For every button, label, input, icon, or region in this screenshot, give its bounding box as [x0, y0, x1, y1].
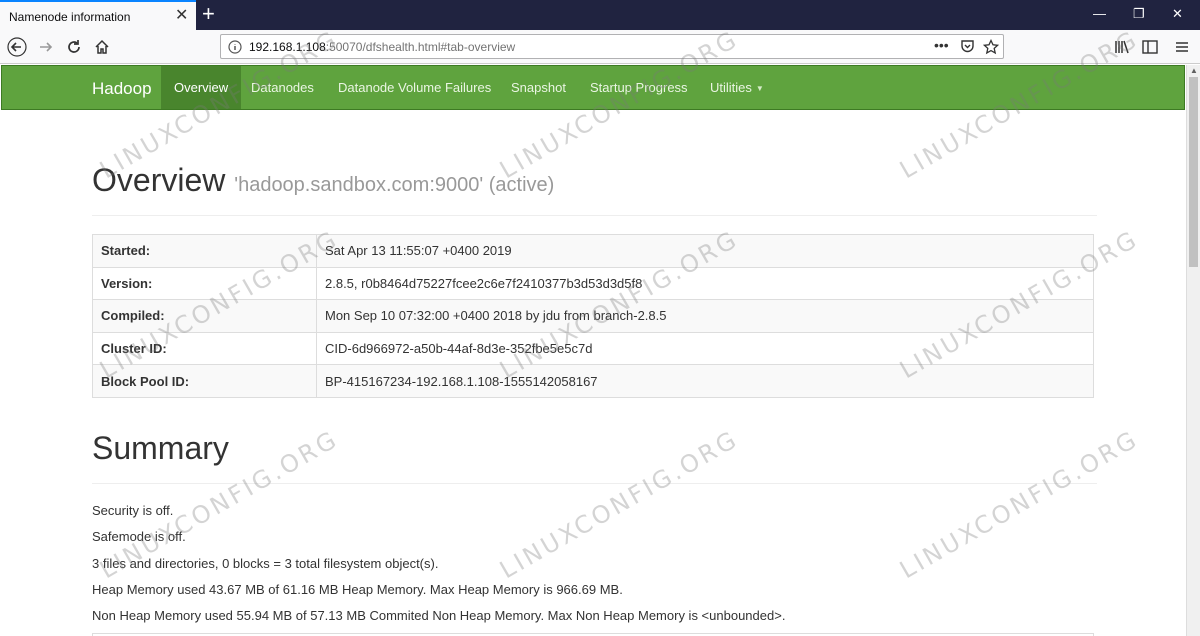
brand-link[interactable]: Hadoop	[92, 79, 152, 99]
forward-icon[interactable]	[34, 35, 58, 59]
browser-tab[interactable]: Namenode information ✕	[0, 0, 196, 30]
reload-icon[interactable]	[62, 35, 86, 59]
url-path: :50070/dfshealth.html#tab-overview	[325, 40, 516, 54]
menu-icon[interactable]	[1170, 35, 1194, 59]
row-value: 2.8.5, r0b8464d75227fcee2c6e7f2410377b3d…	[316, 266, 1094, 301]
vertical-scrollbar[interactable]: ▲	[1186, 65, 1200, 636]
chevron-down-icon: ▼	[755, 84, 764, 94]
table-row: Block Pool ID: BP-415167234-192.168.1.108…	[92, 364, 1094, 398]
page-actions-icon[interactable]: •••	[934, 37, 949, 53]
table-row: Started: Sat Apr 13 11:55:07 +0400 2019	[92, 234, 1094, 268]
nav-toolbar: 192.168.1.108:50070/dfshealth.html#tab-o…	[0, 30, 1200, 64]
nav-datanode-volume-failures[interactable]: Datanode Volume Failures	[325, 66, 504, 109]
nav-utilities[interactable]: Utilities ▼	[697, 66, 777, 109]
home-icon[interactable]	[90, 35, 114, 59]
new-tab-icon[interactable]: +	[202, 2, 215, 26]
minimize-icon[interactable]: —	[1093, 4, 1106, 24]
pocket-icon[interactable]	[960, 39, 975, 59]
row-value: BP-415167234-192.168.1.108-1555142058167	[316, 364, 1094, 398]
nav-snapshot[interactable]: Snapshot	[498, 66, 579, 109]
close-window-icon[interactable]: ✕	[1172, 4, 1183, 24]
scroll-up-icon[interactable]: ▲	[1190, 66, 1198, 75]
summary-line: Non Heap Memory used 55.94 MB of 57.13 M…	[92, 608, 786, 623]
summary-line: Security is off.	[92, 503, 174, 518]
browser-tab-strip: Namenode information ✕ + — ❐ ✕	[0, 0, 1200, 30]
bookmark-star-icon[interactable]	[982, 38, 1000, 60]
back-icon[interactable]	[5, 35, 29, 59]
tab-title: Namenode information	[9, 10, 131, 24]
divider	[92, 215, 1097, 216]
summary-line: Heap Memory used 43.67 MB of 61.16 MB He…	[92, 582, 623, 597]
maximize-icon[interactable]: ❐	[1133, 4, 1145, 24]
summary-heading: Summary	[92, 430, 229, 466]
close-tab-icon[interactable]: ✕	[175, 6, 188, 26]
nav-utilities-label: Utilities	[710, 80, 752, 95]
overview-heading: Overview 'hadoop.sandbox.com:9000' (acti…	[92, 162, 554, 199]
info-icon[interactable]	[228, 40, 242, 59]
watermark: LINUXCONFIG.ORG	[895, 424, 1144, 585]
scrollbar-thumb[interactable]	[1189, 77, 1198, 267]
watermark: LINUXCONFIG.ORG	[495, 424, 744, 585]
